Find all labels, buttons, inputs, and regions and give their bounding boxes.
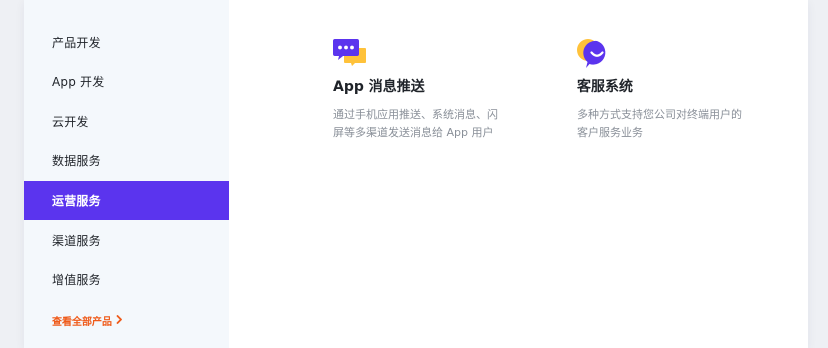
card-title: App 消息推送 [333, 79, 425, 95]
sidebar-item-label: 运营服务 [52, 194, 101, 208]
product-card-customer-service[interactable]: 客服系统 多种方式支持您公司对终端用户的客户服务业务 [577, 38, 757, 142]
view-all-products-link[interactable]: 查看全部产品 [52, 313, 123, 328]
sidebar-item-operations-services[interactable]: 运营服务 [24, 181, 229, 220]
view-all-products-label: 查看全部产品 [52, 317, 112, 328]
sidebar-item-label: 产品开发 [52, 36, 101, 50]
card-description: 通过手机应用推送、系统消息、闪屏等多渠道发送消息给 App 用户 [333, 108, 498, 139]
sidebar-item-value-added-services[interactable]: 增值服务 [24, 260, 229, 299]
category-sidebar: 产品开发 App 开发 云开发 数据服务 运营服务 渠道服务 增值服务 查看全部… [24, 0, 229, 348]
sidebar-item-cloud-dev[interactable]: 云开发 [24, 102, 229, 141]
sidebar-item-app-dev[interactable]: App 开发 [24, 62, 229, 101]
card-description: 多种方式支持您公司对终端用户的客户服务业务 [577, 108, 742, 139]
sidebar-item-product-dev[interactable]: 产品开发 [24, 23, 229, 62]
sidebar-item-label: 增值服务 [52, 273, 101, 287]
sidebar-item-channel-services[interactable]: 渠道服务 [24, 221, 229, 260]
sidebar-item-data-services[interactable]: 数据服务 [24, 141, 229, 180]
smile-bubble-icon [577, 39, 606, 68]
sidebar-item-label: 云开发 [52, 115, 89, 129]
chat-bubbles-icon [333, 39, 366, 66]
sidebar-item-label: 数据服务 [52, 154, 101, 168]
product-card-app-push[interactable]: App 消息推送 通过手机应用推送、系统消息、闪屏等多渠道发送消息给 App 用… [333, 38, 513, 142]
card-title: 客服系统 [577, 79, 633, 95]
sidebar-item-label: 渠道服务 [52, 234, 101, 248]
product-menu-panel: 产品开发 App 开发 云开发 数据服务 运营服务 渠道服务 增值服务 查看全部… [24, 0, 808, 348]
sidebar-item-label: App 开发 [52, 75, 105, 89]
chevron-right-icon [116, 315, 123, 326]
